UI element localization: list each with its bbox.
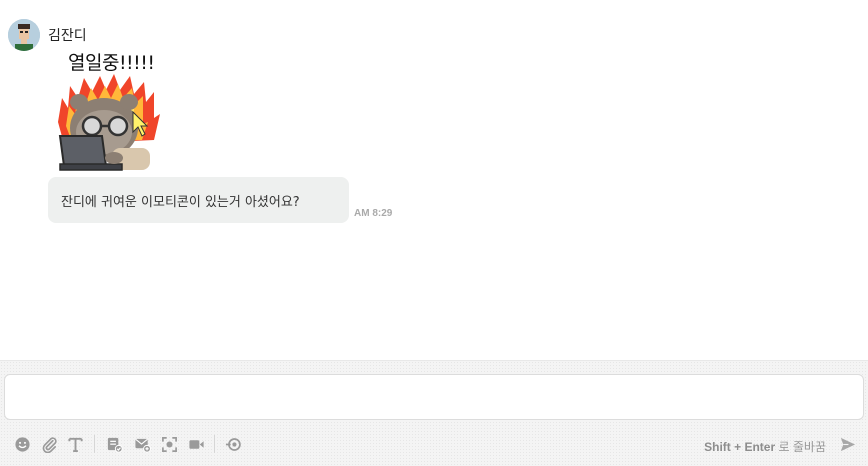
toolbar-divider xyxy=(214,435,215,453)
send-button[interactable] xyxy=(836,433,858,455)
sender-name[interactable]: 김잔디 xyxy=(48,25,87,45)
message-time: AM 8:29 xyxy=(354,208,393,219)
integration-icon[interactable] xyxy=(223,434,243,454)
emoticon-sticker[interactable]: 열일중!!!!! xyxy=(54,48,166,172)
text-format-icon[interactable] xyxy=(65,434,85,454)
message-text: 잔디에 귀여운 이모티콘이 있는거 아셨어요? xyxy=(61,195,300,210)
composer: Shift + Enter 로 줄바꿈 xyxy=(0,360,868,466)
attach-icon[interactable] xyxy=(39,434,59,454)
hint-shortcut: Shift + Enter xyxy=(704,440,776,454)
screen-capture-icon[interactable] xyxy=(159,434,179,454)
chat-area: 김잔디 열일중!!!!! 잔디에 귀여운 이모티콘이 있는거 아셨어요? AM … xyxy=(0,0,868,360)
toolbar-divider xyxy=(94,435,95,453)
video-icon[interactable] xyxy=(186,434,206,454)
line-break-hint: Shift + Enter 로 줄바꿈 xyxy=(704,438,826,455)
email-icon[interactable] xyxy=(132,434,152,454)
message-input[interactable] xyxy=(4,374,864,420)
emoticon-caption: 열일중!!!!! xyxy=(68,52,155,74)
send-icon xyxy=(840,437,855,451)
todo-icon[interactable] xyxy=(104,434,124,454)
avatar[interactable] xyxy=(8,19,40,51)
emoji-icon[interactable] xyxy=(12,434,32,454)
hint-text: 로 줄바꿈 xyxy=(775,440,826,454)
composer-toolbar: Shift + Enter 로 줄바꿈 xyxy=(0,431,868,457)
avatar-image xyxy=(8,19,40,51)
message-bubble[interactable]: 잔디에 귀여운 이모티콘이 있는거 아셨어요? xyxy=(48,177,349,223)
